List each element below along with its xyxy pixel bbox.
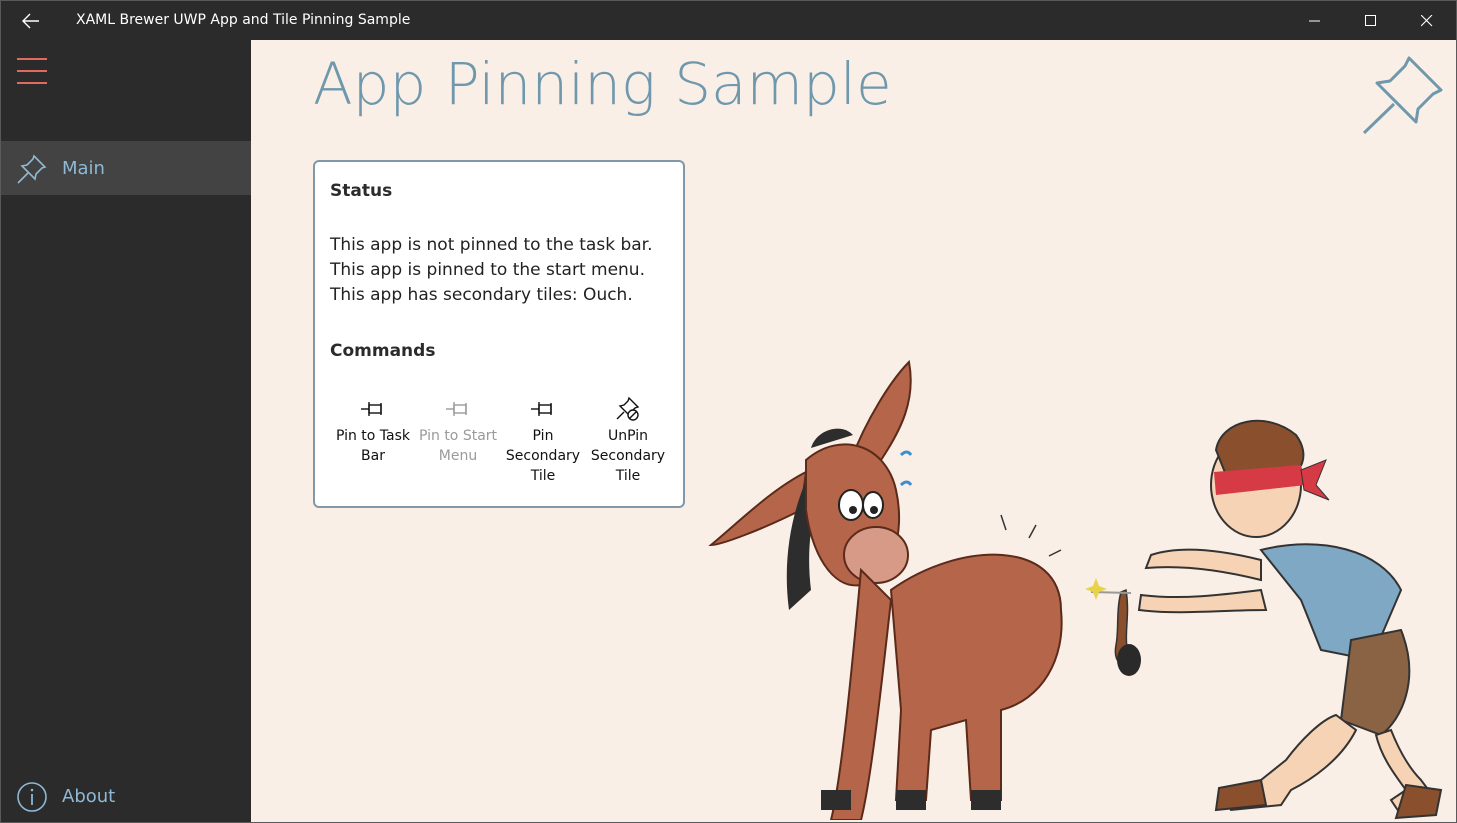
pin-icon xyxy=(531,402,552,416)
command-label: Tile xyxy=(615,468,641,484)
hamburger-icon-bar xyxy=(17,70,47,72)
unpin-icon xyxy=(616,396,640,421)
hamburger-icon-bar xyxy=(17,82,47,84)
command-label: Secondary xyxy=(505,448,581,464)
command-label: Menu xyxy=(438,448,478,464)
command-label: UnPin xyxy=(607,428,649,444)
unpin-secondary-tile-button[interactable]: UnPin Secondary Tile xyxy=(586,394,670,486)
command-label: Pin xyxy=(532,428,554,444)
commands-heading: Commands xyxy=(330,341,436,361)
status-heading: Status xyxy=(330,181,393,201)
nav-item-label: About xyxy=(62,785,116,807)
navigation-pane: Main About xyxy=(1,40,251,822)
status-secondary-tiles: This app has secondary tiles: Ouch. xyxy=(330,285,633,305)
donkey-illustration xyxy=(708,360,1063,820)
status-start-menu: This app is pinned to the start menu. xyxy=(330,260,645,280)
command-label: Bar xyxy=(361,448,385,464)
status-card: Status This app is not pinned to the tas… xyxy=(313,160,685,508)
app-window: XAML Brewer UWP App and Tile Pinning Sam… xyxy=(0,0,1457,823)
pin-secondary-tile-button[interactable]: Pin Secondary Tile xyxy=(501,394,585,486)
nav-item-main[interactable]: Main xyxy=(1,141,251,195)
maximize-icon xyxy=(1365,14,1376,26)
main-content: App Pinning Sample Status This app is no… xyxy=(251,40,1456,822)
window-title: XAML Brewer UWP App and Tile Pinning Sam… xyxy=(76,12,411,28)
command-label: Secondary xyxy=(590,448,666,464)
page-title: App Pinning Sample xyxy=(313,50,892,118)
title-bar: XAML Brewer UWP App and Tile Pinning Sam… xyxy=(1,1,1456,40)
status-taskbar: This app is not pinned to the task bar. xyxy=(330,235,653,255)
pin-to-start-menu-button[interactable]: Pin to Start Menu xyxy=(416,394,500,466)
pin-icon xyxy=(1362,56,1443,135)
command-label: Pin to Task xyxy=(335,428,411,444)
minimize-icon xyxy=(1309,20,1320,21)
close-button[interactable] xyxy=(1399,1,1455,40)
pin-icon xyxy=(17,154,47,184)
minimize-button[interactable] xyxy=(1287,1,1343,40)
nav-item-about[interactable]: About xyxy=(1,769,251,822)
pin-icon xyxy=(446,402,467,416)
maximize-button[interactable] xyxy=(1343,1,1399,40)
info-icon xyxy=(17,782,47,812)
blindfolded-boy-illustration xyxy=(1085,419,1443,820)
pin-the-tail-illustration xyxy=(708,360,1443,820)
command-label: Tile xyxy=(530,468,556,484)
nav-item-label: Main xyxy=(62,157,105,179)
command-label: Pin to Start xyxy=(418,428,498,444)
pin-to-taskbar-button[interactable]: Pin to Task Bar xyxy=(331,394,415,466)
hamburger-button[interactable] xyxy=(15,54,49,88)
back-arrow-icon xyxy=(22,13,39,29)
back-button[interactable] xyxy=(15,7,47,35)
hamburger-icon xyxy=(17,58,47,60)
pin-icon xyxy=(361,402,382,416)
close-icon xyxy=(1421,14,1433,26)
